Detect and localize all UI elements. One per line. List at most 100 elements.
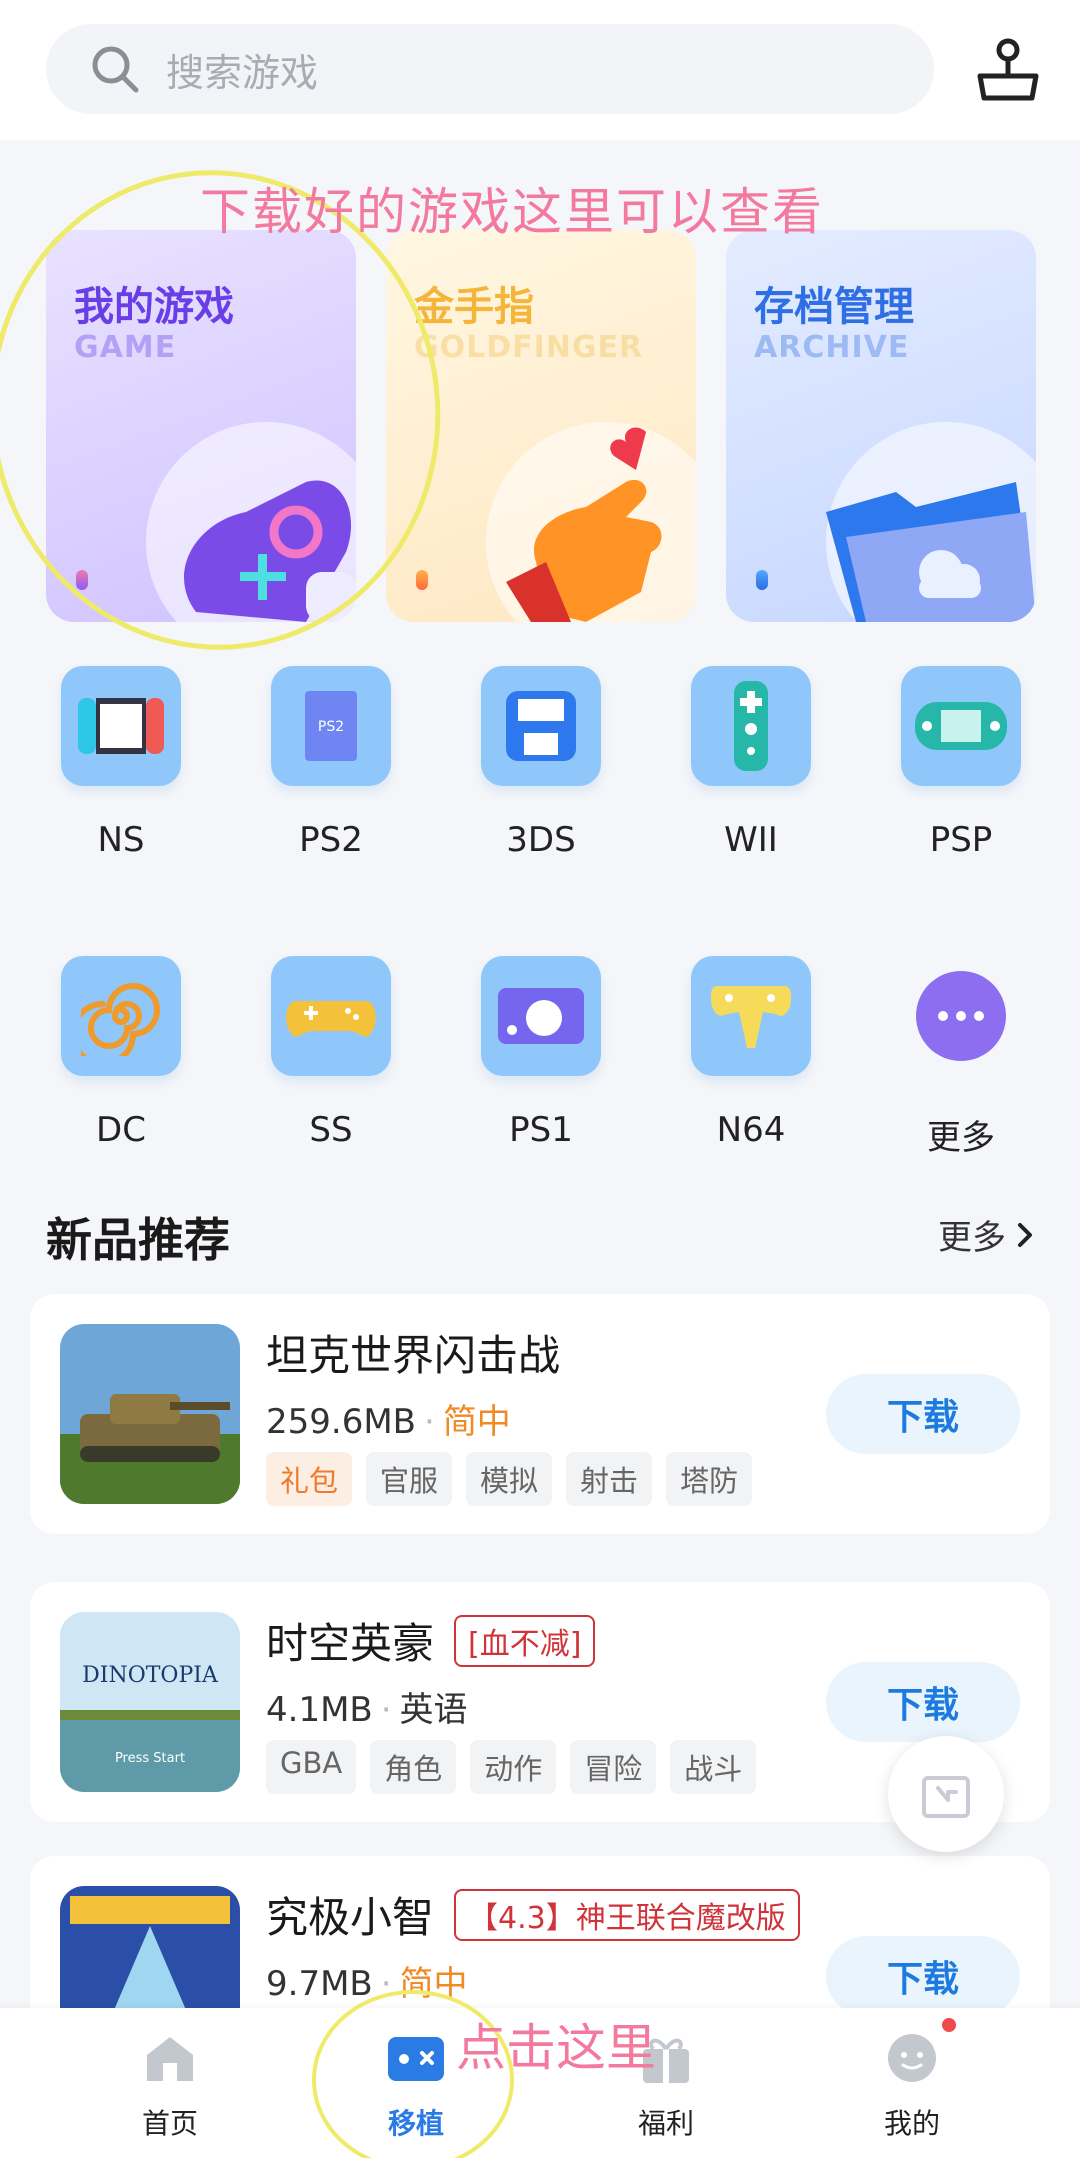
game-name: 坦克世界闪击战: [266, 1331, 561, 1380]
game-cover-image[interactable]: DINOTOPIA Press Start: [60, 1612, 240, 1792]
tag: 礼包: [266, 1452, 353, 1506]
search-placeholder: 搜索游戏: [166, 50, 319, 95]
game-name: 时空英豪: [266, 1619, 435, 1668]
tag: 冒险: [570, 1740, 657, 1794]
pointing-hand-icon: [506, 427, 662, 622]
platform-ns[interactable]: NS: [51, 666, 191, 860]
ps2-icon: PS2: [271, 666, 391, 786]
game-language: 简中: [442, 1402, 511, 1442]
tag: 动作: [470, 1740, 557, 1794]
card-title: 存档管理: [754, 284, 914, 330]
game-badge: [血不减]: [454, 1614, 596, 1667]
platform-label: PSP: [929, 820, 993, 860]
game-meta: 9.7MB · 简中: [266, 1964, 468, 2004]
top-bar: 搜索游戏: [0, 0, 1080, 140]
search-bar[interactable]: 搜索游戏: [46, 24, 934, 114]
wii-remote-icon: [691, 666, 811, 786]
profile-face-icon: [880, 2026, 944, 2090]
tab-mine[interactable]: 我的: [842, 2026, 982, 2142]
game-language: 简中: [399, 1964, 468, 2004]
game-size: 4.1MB: [266, 1690, 373, 1730]
saturn-controller-icon: [271, 956, 391, 1076]
platform-label: 更多: [927, 1118, 995, 1158]
tab-home[interactable]: 首页: [100, 2026, 240, 2142]
tag: GBA: [266, 1740, 357, 1794]
section-title: 新品推荐: [46, 1213, 230, 1267]
archive-card[interactable]: 存档管理 ARCHIVE: [726, 230, 1036, 622]
chevron-right-icon: [1018, 1222, 1032, 1247]
dreamcast-swirl-icon: [61, 956, 181, 1076]
platform-wii[interactable]: WII: [681, 666, 821, 860]
platform-psp[interactable]: PSP: [891, 666, 1031, 860]
platform-3ds[interactable]: 3DS: [471, 666, 611, 860]
cover-title-text: DINOTOPIA: [82, 1663, 219, 1688]
port-gamepad-icon: [384, 2026, 448, 2090]
tag: 战斗: [670, 1740, 757, 1794]
gamepad-joystick-icon[interactable]: [974, 36, 1042, 104]
platform-label: NS: [97, 820, 145, 860]
game-size: 259.6MB: [266, 1402, 416, 1442]
more-label: 更多: [938, 1218, 1006, 1258]
card-subtitle: GAME: [74, 330, 177, 365]
floating-download-manager-button[interactable]: [888, 1736, 1004, 1852]
platform-ss[interactable]: SS: [261, 956, 401, 1150]
cover-press-start-text: Press Start: [115, 1751, 185, 1766]
tab-label: 移植: [387, 2107, 444, 2140]
tag: 塔防: [666, 1452, 753, 1506]
svg-text:PS2: PS2: [318, 719, 344, 735]
tab-label: 福利: [637, 2107, 694, 2140]
game-cover-image[interactable]: [60, 1324, 240, 1504]
platform-more[interactable]: 更多: [891, 956, 1031, 1159]
tab-label: 首页: [141, 2107, 198, 2140]
tag: 射击: [566, 1452, 653, 1506]
download-box-icon: [922, 1776, 970, 1818]
tag: 角色: [370, 1740, 457, 1794]
download-button[interactable]: 下载: [826, 1374, 1020, 1454]
platform-label: WII: [724, 820, 778, 860]
game-tags: GBA 角色 动作 冒险 战斗: [266, 1740, 757, 1794]
card-subtitle: GOLDFINGER: [414, 330, 644, 365]
card-title: 金手指: [414, 284, 534, 330]
tag: 模拟: [466, 1452, 553, 1506]
switch-console-icon: [61, 666, 181, 786]
home-icon: [138, 2026, 202, 2090]
platform-ps1[interactable]: PS1: [471, 956, 611, 1150]
game-title: 时空英豪 [血不减]: [266, 1610, 596, 1671]
more-link[interactable]: 更多: [938, 1210, 1034, 1259]
gamepad-icon: [184, 480, 356, 622]
game-title: 坦克世界闪击战: [266, 1322, 560, 1383]
search-icon: [92, 46, 139, 93]
download-button[interactable]: 下载: [826, 1662, 1020, 1742]
n64-controller-icon: [691, 956, 811, 1076]
annotation-text: 下载好的游戏这里可以查看: [200, 183, 824, 241]
platform-label: DC: [96, 1110, 146, 1150]
more-dots-icon: [901, 956, 1021, 1076]
platform-ps2[interactable]: PS2 PS2: [261, 666, 401, 860]
notification-dot: [942, 2018, 956, 2032]
game-badge: 【4.3】神王联合魔改版: [454, 1888, 800, 1941]
game-language: 英语: [399, 1690, 468, 1730]
platform-label: 3DS: [506, 820, 576, 860]
psp-console-icon: [901, 666, 1021, 786]
folder-cloud-icon: [826, 482, 1036, 622]
platform-label: PS2: [299, 820, 363, 860]
game-title: 究极小智 【4.3】神王联合魔改版: [266, 1884, 800, 1945]
tag: 官服: [366, 1452, 453, 1506]
game-card[interactable]: 坦克世界闪击战 259.6MB · 简中 礼包 官服 模拟 射击 塔防 下载: [30, 1294, 1050, 1534]
goldfinger-card[interactable]: 金手指 GOLDFINGER: [386, 230, 696, 622]
game-size: 9.7MB: [266, 1964, 373, 2004]
card-subtitle: ARCHIVE: [754, 330, 910, 365]
game-tags: 礼包 官服 模拟 射击 塔防: [266, 1452, 753, 1506]
card-title: 我的游戏: [74, 284, 234, 330]
platform-label: N64: [716, 1110, 786, 1150]
platform-n64[interactable]: N64: [681, 956, 821, 1150]
game-meta: 259.6MB · 简中: [266, 1402, 511, 1442]
platform-label: PS1: [509, 1110, 573, 1150]
annotation-text: 点击这里: [456, 2019, 656, 2077]
my-games-card[interactable]: 我的游戏 GAME: [46, 230, 356, 622]
tab-label: 我的: [883, 2107, 940, 2140]
platform-label: SS: [309, 1110, 353, 1150]
platform-dc[interactable]: DC: [51, 956, 191, 1150]
3ds-console-icon: [481, 666, 601, 786]
download-button[interactable]: 下载: [826, 1936, 1020, 2016]
